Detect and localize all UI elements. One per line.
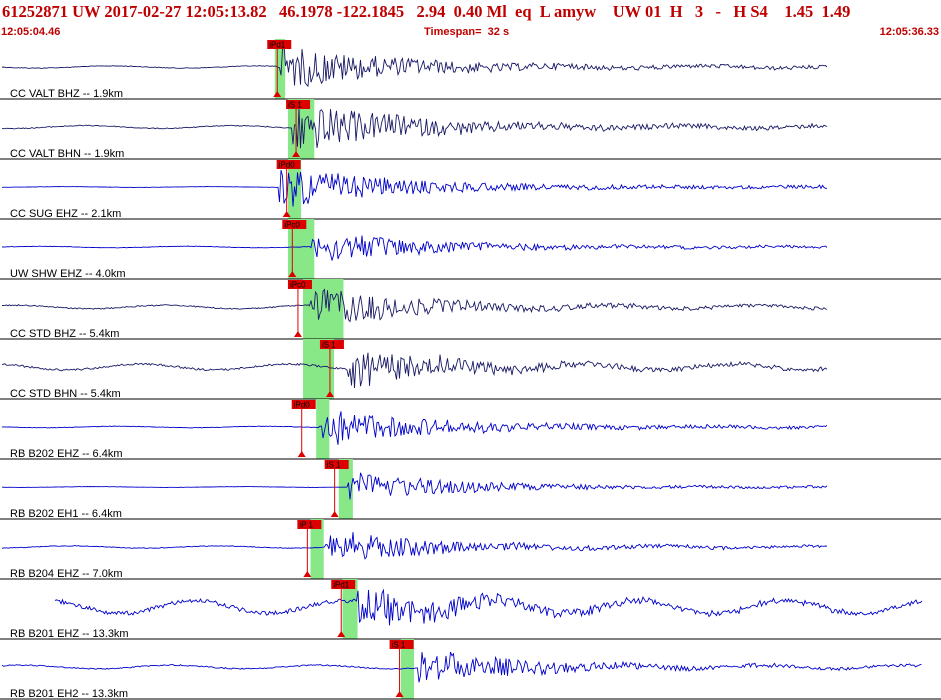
channel-label: CC VALT BHZ -- 1.9km: [10, 88, 123, 100]
trace-row[interactable]: iS 1 RB B202 EH1 -- 6.4km: [0, 459, 941, 520]
event-flag: L: [539, 2, 550, 21]
trace-row[interactable]: iPd1 CC VALT BHZ -- 1.9km: [0, 39, 941, 100]
value-2: 1.49: [821, 2, 851, 21]
waveform-trace: [1, 532, 828, 560]
pick-label: iS 1: [322, 341, 336, 350]
waveform-trace: [1, 169, 828, 207]
channel-label: RB B201 EHZ -- 13.3km: [10, 628, 129, 640]
seismogram-panel[interactable]: iPd1 CC VALT BHZ -- 1.9km iS 1 CC VALT BHN …: [0, 39, 941, 700]
pick-label: iS 1: [327, 461, 341, 470]
pick-marker: [297, 451, 306, 457]
pick-label: iPd0: [294, 401, 311, 410]
trace-row[interactable]: iPc0 CC STD BHZ -- 5.4km: [0, 279, 941, 340]
pick-label: iS 1: [288, 101, 302, 110]
pick-label: iPd1: [269, 41, 286, 50]
waveform-trace: [1, 44, 828, 88]
pick-window: [316, 399, 330, 459]
waveform-trace: [1, 107, 828, 149]
pick-label: iPc0: [284, 221, 300, 230]
source: UW: [612, 2, 641, 21]
channel-label: RB B201 EH2 -- 13.3km: [10, 688, 128, 700]
event-header: 61252871 UW 2017-02-27 12:05:13.82 46.19…: [0, 0, 941, 38]
channel-label: RB B204 EHZ -- 7.0km: [10, 568, 122, 580]
solution: H S4: [733, 2, 768, 21]
pick-label: iP 1: [299, 521, 313, 530]
waveform-trace: [1, 411, 828, 445]
waveform-trace: [2, 288, 828, 323]
magnitude: 0.40: [453, 2, 483, 21]
pick-marker: [330, 511, 339, 517]
waveform-trace: [1, 352, 828, 389]
timespan: Timespan= 32 s: [424, 26, 510, 38]
dash: -: [715, 2, 722, 21]
pick-label: iPc0: [290, 281, 306, 290]
trace-row[interactable]: iPd0 RB B202 EHZ -- 6.4km: [0, 399, 941, 460]
pick-label: iPd1: [333, 581, 350, 590]
waveform-trace: [1, 651, 922, 683]
event-summary-line: 61252871 UW 2017-02-27 12:05:13.82 46.19…: [2, 2, 850, 22]
event-id: 61252871: [2, 2, 68, 21]
value-1: 1.45: [784, 2, 814, 21]
trace-row[interactable]: iPc0 UW SHW EHZ -- 4.0km: [0, 219, 941, 280]
channel-label: CC STD BHN -- 5.4km: [10, 388, 121, 400]
channel-label: CC STD BHZ -- 5.4km: [10, 328, 119, 340]
time-start: 12:05:04.46: [1, 26, 61, 38]
version: 01: [644, 2, 662, 21]
event-date: 2017-02-27: [104, 2, 182, 21]
author: amyw: [554, 2, 597, 21]
time-end: 12:05:36.33: [879, 26, 939, 38]
trace-row[interactable]: iS 1 CC STD BHN -- 5.4km: [0, 339, 941, 400]
trace-row[interactable]: iS 1 RB B201 EH2 -- 13.3km: [0, 639, 941, 700]
waveform-trace: [54, 588, 923, 626]
trace-row[interactable]: iS 1 CC VALT BHN -- 1.9km: [0, 99, 941, 160]
network: UW: [72, 2, 101, 21]
channel-label: CC SUG EHZ -- 2.1km: [10, 208, 121, 220]
channel-label: RB B202 EH1 -- 6.4km: [10, 508, 122, 520]
pick-label: iPd0: [279, 161, 296, 170]
pick-marker: [303, 571, 312, 577]
latitude: 46.1978: [279, 2, 333, 21]
channel-label: RB B202 EHZ -- 6.4km: [10, 448, 122, 460]
waveform-trace: [1, 472, 828, 500]
trace-row[interactable]: iPd0 CC SUG EHZ -- 2.1km: [0, 159, 941, 220]
event-type: eq: [515, 2, 532, 21]
trace-row[interactable]: iP 1 RB B204 EHZ -- 7.0km: [0, 519, 941, 580]
pick-marker: [293, 331, 302, 337]
channel-label: CC VALT BHN -- 1.9km: [10, 148, 124, 160]
count: 3: [694, 2, 704, 21]
event-time: 12:05:13.82: [185, 2, 267, 21]
longitude: -122.1845: [336, 2, 405, 21]
channel-label: UW SHW EHZ -- 4.0km: [10, 268, 126, 280]
pick-label: iS 1: [392, 641, 406, 650]
waveform-trace: [1, 235, 828, 261]
quality: H: [669, 2, 683, 21]
depth: 2.94: [416, 2, 446, 21]
trace-row[interactable]: iPd1 RB B201 EHZ -- 13.3km: [0, 579, 941, 640]
magnitude-type: Ml: [486, 2, 507, 21]
